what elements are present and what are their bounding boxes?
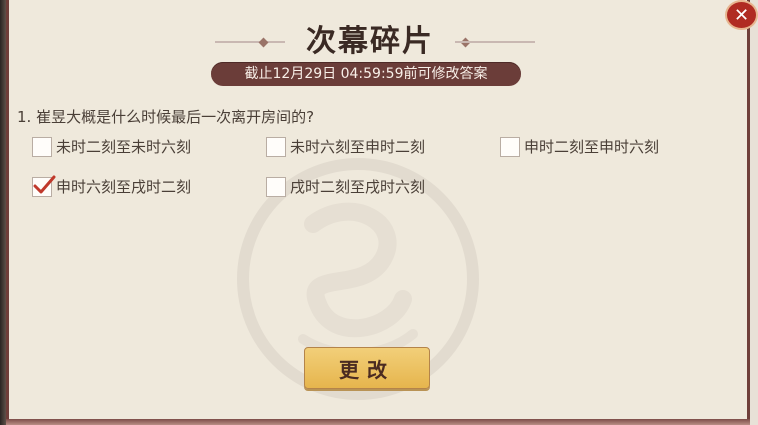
option-1[interactable]: 未时二刻至未时六刻 bbox=[32, 136, 191, 157]
title-divider-right bbox=[455, 41, 535, 43]
dialog-title: 次幕碎片 bbox=[306, 24, 434, 59]
panel-bottom-border bbox=[6, 419, 750, 425]
option-3-checkbox[interactable] bbox=[500, 136, 520, 157]
option-1-checkbox[interactable] bbox=[32, 136, 52, 157]
change-button[interactable]: 更改 bbox=[304, 347, 430, 389]
right-background bbox=[750, 0, 758, 425]
close-icon[interactable]: ✕ bbox=[725, 0, 758, 30]
title-divider-left bbox=[215, 41, 285, 43]
option-3[interactable]: 申时二刻至申时六刻 bbox=[500, 136, 659, 157]
checkmark-icon bbox=[33, 175, 56, 193]
option-5-checkbox[interactable] bbox=[266, 176, 286, 197]
option-4[interactable]: 申时六刻至戌时二刻 bbox=[32, 175, 192, 197]
option-5-label: 戌时二刻至戌时六刻 bbox=[290, 178, 426, 196]
option-5[interactable]: 戌时二刻至戌时六刻 bbox=[266, 176, 425, 197]
option-1-label: 未时二刻至未时六刻 bbox=[56, 138, 192, 156]
option-2-label: 未时六刻至申时二刻 bbox=[290, 138, 426, 156]
option-3-label: 申时二刻至申时六刻 bbox=[524, 138, 660, 156]
deadline-banner: 截止12月29日 04:59:59前可修改答案 bbox=[211, 62, 521, 86]
option-4-checkbox[interactable] bbox=[32, 175, 56, 197]
option-4-label: 申时六刻至戌时二刻 bbox=[56, 178, 192, 196]
question-text: 1. 崔昱大概是什么时候最后一次离开房间的? bbox=[17, 108, 315, 126]
option-2[interactable]: 未时六刻至申时二刻 bbox=[266, 136, 425, 157]
option-2-checkbox[interactable] bbox=[266, 136, 286, 157]
